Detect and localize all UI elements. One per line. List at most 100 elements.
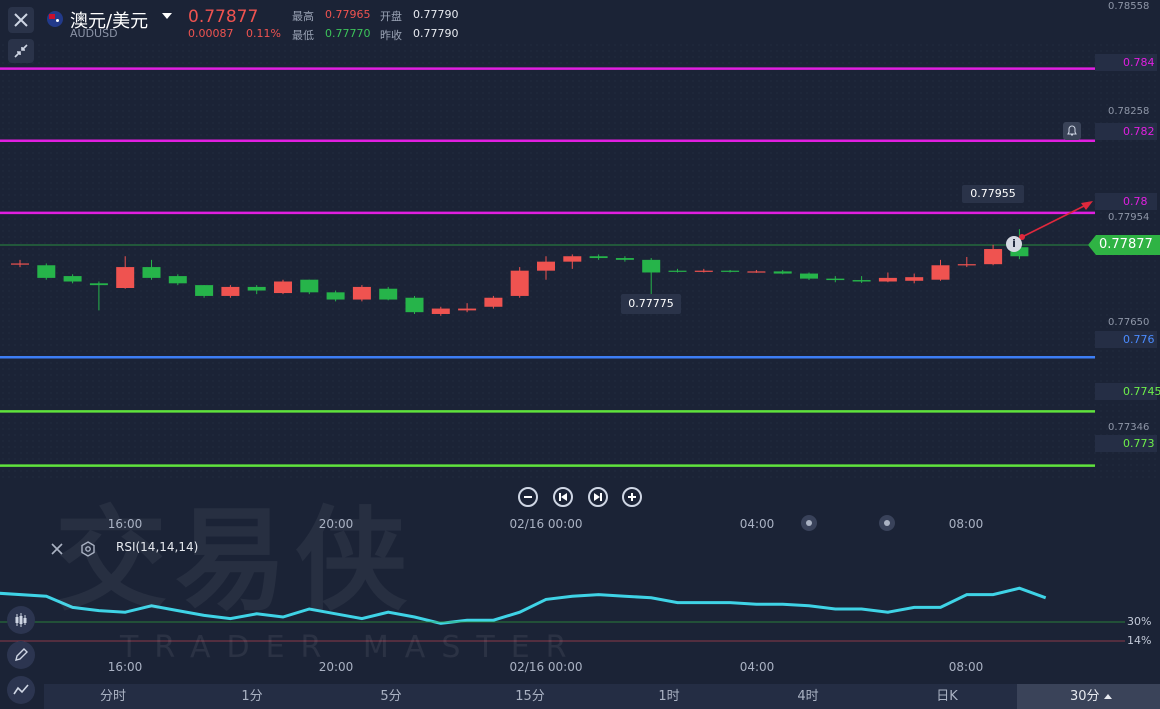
current-price-tag: 0.77877 xyxy=(1088,235,1160,255)
candle-body[interactable] xyxy=(984,249,1003,265)
low-value: 0.77770 xyxy=(325,27,371,40)
prev-close-label: 昨收 xyxy=(380,29,402,42)
candle-body[interactable] xyxy=(826,278,845,281)
timeframe-1h[interactable]: 1时 xyxy=(658,684,679,709)
candle-body[interactable] xyxy=(326,292,345,300)
event-marker-icon[interactable] xyxy=(879,515,895,531)
scroll-start-button[interactable] xyxy=(553,487,573,507)
candle-body[interactable] xyxy=(63,276,82,282)
candle-body[interactable] xyxy=(274,281,292,294)
draw-tool-button[interactable] xyxy=(7,641,35,669)
candle-body[interactable] xyxy=(642,259,661,273)
chart-type-button[interactable] xyxy=(7,606,35,634)
caret-up-icon xyxy=(1104,694,1112,699)
timeframe-daily[interactable]: 日K xyxy=(936,684,958,709)
candle-body[interactable] xyxy=(458,308,477,311)
close-button[interactable] xyxy=(8,7,34,33)
candle-body[interactable] xyxy=(37,265,56,278)
rsi-label: RSI(14,14,14) xyxy=(116,540,199,554)
high-callout: 0.77955 xyxy=(962,185,1024,203)
high-label: 最高 xyxy=(292,10,314,23)
indicator-icon xyxy=(13,684,29,695)
candle-body[interactable] xyxy=(431,308,450,314)
event-marker-icon[interactable] xyxy=(801,515,817,531)
timeframe-active[interactable]: 30分 xyxy=(1017,684,1160,709)
candle-body[interactable] xyxy=(221,286,240,296)
price-change-pct: 0.11% xyxy=(246,27,281,40)
symbol-dropdown-icon[interactable] xyxy=(162,13,172,19)
timeframe-30m[interactable]: 30分 xyxy=(1070,684,1100,709)
candle-body[interactable] xyxy=(773,271,792,274)
candle-body[interactable] xyxy=(694,270,713,272)
candle-body[interactable] xyxy=(537,261,555,271)
candle-body[interactable] xyxy=(247,286,266,291)
timeframe-intraday[interactable]: 分时 xyxy=(100,684,126,709)
last-price: 0.77877 xyxy=(188,7,259,27)
level-tag-0776[interactable]: 0.776 xyxy=(1095,331,1157,348)
low-callout: 0.77775 xyxy=(621,294,681,314)
axis-label: 0.77954 xyxy=(1108,212,1150,223)
axis-label: 0.77650 xyxy=(1108,317,1150,328)
candle-body[interactable] xyxy=(484,297,503,307)
candle-body[interactable] xyxy=(878,277,897,282)
timeframe-bar: 分时 1分 5分 15分 1时 4时 日K 30分 xyxy=(44,684,1160,709)
candle-body[interactable] xyxy=(300,279,319,293)
candle-body[interactable] xyxy=(800,273,818,279)
current-price-value: 0.77877 xyxy=(1099,237,1153,252)
close-indicator-button[interactable] xyxy=(50,541,64,560)
zoom-in-button[interactable] xyxy=(622,487,642,507)
prev-close-value: 0.77790 xyxy=(413,27,459,40)
candle-body[interactable] xyxy=(11,263,29,265)
minus-icon xyxy=(524,496,532,498)
open-label: 开盘 xyxy=(380,10,402,23)
candle-body[interactable] xyxy=(931,265,950,280)
candle-body[interactable] xyxy=(668,270,687,272)
candle-body[interactable] xyxy=(116,267,135,288)
level-tag-0773[interactable]: 0.773 xyxy=(1095,435,1157,452)
info-icon[interactable]: i xyxy=(1006,236,1022,252)
candle-body[interactable] xyxy=(405,297,424,313)
level-tag-07745[interactable]: 0.7745 xyxy=(1095,383,1160,400)
candle-body[interactable] xyxy=(195,285,214,296)
low-label: 最低 xyxy=(292,29,314,42)
watermark-main: 交易侠 xyxy=(55,496,415,626)
axis-label: 0.78258 xyxy=(1108,106,1150,117)
candle-body[interactable] xyxy=(747,271,766,273)
collapse-icon xyxy=(14,44,28,58)
candle-body[interactable] xyxy=(142,267,161,278)
candle-body[interactable] xyxy=(905,277,924,281)
level-tag-0784[interactable]: 0.784 xyxy=(1095,54,1157,71)
candle-body[interactable] xyxy=(89,283,108,286)
candle-body[interactable] xyxy=(563,256,582,262)
scroll-end-button[interactable] xyxy=(588,487,608,507)
candle-body[interactable] xyxy=(852,280,871,282)
time-tick: 20:00 xyxy=(318,517,354,531)
indicator-tool-button[interactable] xyxy=(7,676,35,704)
candle-body[interactable] xyxy=(510,270,529,296)
collapse-button[interactable] xyxy=(8,39,34,63)
australia-flag-icon xyxy=(47,11,63,27)
plus-icon xyxy=(628,493,636,501)
close-icon xyxy=(14,13,28,27)
time-tick: 02/16 00:00 xyxy=(509,660,583,674)
timeframe-1m[interactable]: 1分 xyxy=(241,684,262,709)
alert-bell-button[interactable] xyxy=(1063,122,1081,140)
candle-body[interactable] xyxy=(589,256,608,259)
rsi-14-label: 14% xyxy=(1127,634,1152,647)
open-value: 0.77790 xyxy=(413,8,459,21)
candle-body[interactable] xyxy=(168,276,187,284)
level-tag-0782[interactable]: 0.782 xyxy=(1095,123,1157,140)
timeframe-5m[interactable]: 5分 xyxy=(380,684,401,709)
candle-body[interactable] xyxy=(721,270,740,272)
time-tick: 08:00 xyxy=(948,517,984,531)
timeframe-15m[interactable]: 15分 xyxy=(515,684,545,709)
candle-body[interactable] xyxy=(957,264,976,266)
zoom-out-button[interactable] xyxy=(518,487,538,507)
candle-body[interactable] xyxy=(615,258,634,260)
pencil-icon xyxy=(15,648,28,661)
timeframe-4h[interactable]: 4时 xyxy=(797,684,818,709)
candle-body[interactable] xyxy=(352,286,371,300)
level-tag-078[interactable]: 0.78 xyxy=(1095,193,1157,210)
candle-body[interactable] xyxy=(379,288,398,300)
indicator-settings-button[interactable] xyxy=(80,541,96,561)
